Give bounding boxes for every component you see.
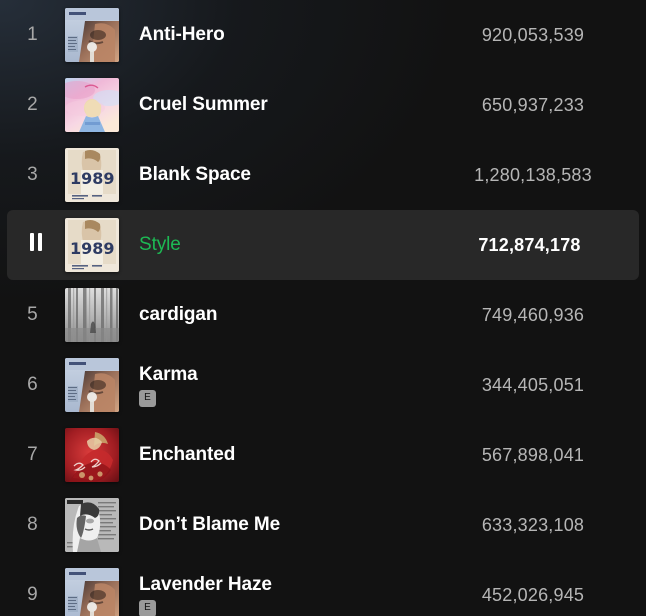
- track-title-cell: Cruel Summer: [119, 94, 428, 116]
- track-title-cell: Don’t Blame Me: [119, 514, 428, 536]
- 1989-album-art: [65, 218, 119, 272]
- track-title-cell: Blank Space: [119, 164, 428, 186]
- play-count: 567,898,041: [481, 444, 585, 465]
- track-title[interactable]: Don’t Blame Me: [139, 514, 428, 536]
- play-count: 712,874,178: [478, 234, 581, 255]
- explicit-badge: E: [139, 389, 156, 407]
- track-row[interactable]: 3 Blank Space 1,280,138,583: [0, 140, 646, 210]
- midnights-album-art: [65, 568, 119, 616]
- pause-icon[interactable]: [7, 233, 65, 257]
- track-title[interactable]: Enchanted: [139, 444, 428, 466]
- track-title[interactable]: Karma: [139, 364, 428, 386]
- album-art-cell: [65, 498, 119, 552]
- album-art-cell: [65, 568, 119, 616]
- track-index: 7: [27, 444, 38, 465]
- track-title[interactable]: Cruel Summer: [139, 94, 428, 116]
- track-row[interactable]: 2 Cruel Summer 650,937,233: [0, 70, 646, 140]
- track-title-cell: Style: [119, 234, 428, 256]
- explicit-badge: E: [139, 599, 156, 616]
- album-art-cell: [65, 78, 119, 132]
- album-art-cell: [65, 358, 119, 412]
- play-count: 650,937,233: [481, 94, 585, 115]
- album-art-cell: [65, 428, 119, 482]
- track-row[interactable]: Style 712,874,178: [7, 210, 639, 280]
- track-index: 9: [27, 584, 38, 605]
- track-title-cell: cardigan: [119, 304, 428, 326]
- track-list: 1 Anti-Hero 920,053,539 2 Cruel Summer 650,93…: [0, 0, 646, 616]
- track-row[interactable]: 6 Karma E 344,405,051: [0, 350, 646, 420]
- badge-row: E: [139, 389, 428, 407]
- midnights-album-art: [65, 8, 119, 62]
- 1989-album-art: [65, 148, 119, 202]
- play-count: 1,280,138,583: [474, 164, 592, 185]
- track-index: 1: [27, 24, 38, 45]
- track-title-cell: Lavender Haze E: [119, 574, 428, 616]
- track-title[interactable]: cardigan: [139, 304, 428, 326]
- track-index: 3: [27, 164, 38, 185]
- track-index: 2: [27, 94, 38, 115]
- album-art-cell: [65, 8, 119, 62]
- play-count: 633,323,108: [481, 514, 585, 535]
- speak-now-album-art: [65, 428, 119, 482]
- track-title-cell: Karma E: [119, 364, 428, 407]
- album-art-cell: [65, 288, 119, 342]
- play-count: 344,405,051: [481, 374, 585, 395]
- track-title[interactable]: Anti-Hero: [139, 24, 428, 46]
- play-count: 452,026,945: [481, 584, 585, 605]
- track-row[interactable]: 7 Enchanted 567,898,041: [0, 420, 646, 490]
- badge-row: E: [139, 599, 428, 616]
- track-index: 6: [27, 374, 38, 395]
- track-index: 5: [27, 304, 38, 325]
- track-row[interactable]: 1 Anti-Hero 920,053,539: [0, 0, 646, 70]
- track-row[interactable]: 9 Lavender Haze E 452,026,945: [0, 560, 646, 616]
- track-row[interactable]: 8 Don’t Blame Me 633,323,108: [0, 490, 646, 560]
- lover-album-art: [65, 78, 119, 132]
- track-title-cell: Anti-Hero: [119, 24, 428, 46]
- folklore-album-art: [65, 288, 119, 342]
- track-title[interactable]: Lavender Haze: [139, 574, 428, 596]
- track-row[interactable]: 5 cardigan 749,460,936: [0, 280, 646, 350]
- midnights-album-art: [65, 358, 119, 412]
- track-index: 8: [27, 514, 38, 535]
- album-art-cell: [65, 148, 119, 202]
- track-title[interactable]: Style: [139, 234, 428, 256]
- reputation-album-art: [65, 498, 119, 552]
- album-art-cell: [65, 218, 119, 272]
- track-list-panel: 1 Anti-Hero 920,053,539 2 Cruel Summer 650,93…: [0, 0, 646, 616]
- play-count: 749,460,936: [481, 304, 585, 325]
- track-title[interactable]: Blank Space: [139, 164, 428, 186]
- track-title-cell: Enchanted: [119, 444, 428, 466]
- play-count: 920,053,539: [481, 24, 585, 45]
